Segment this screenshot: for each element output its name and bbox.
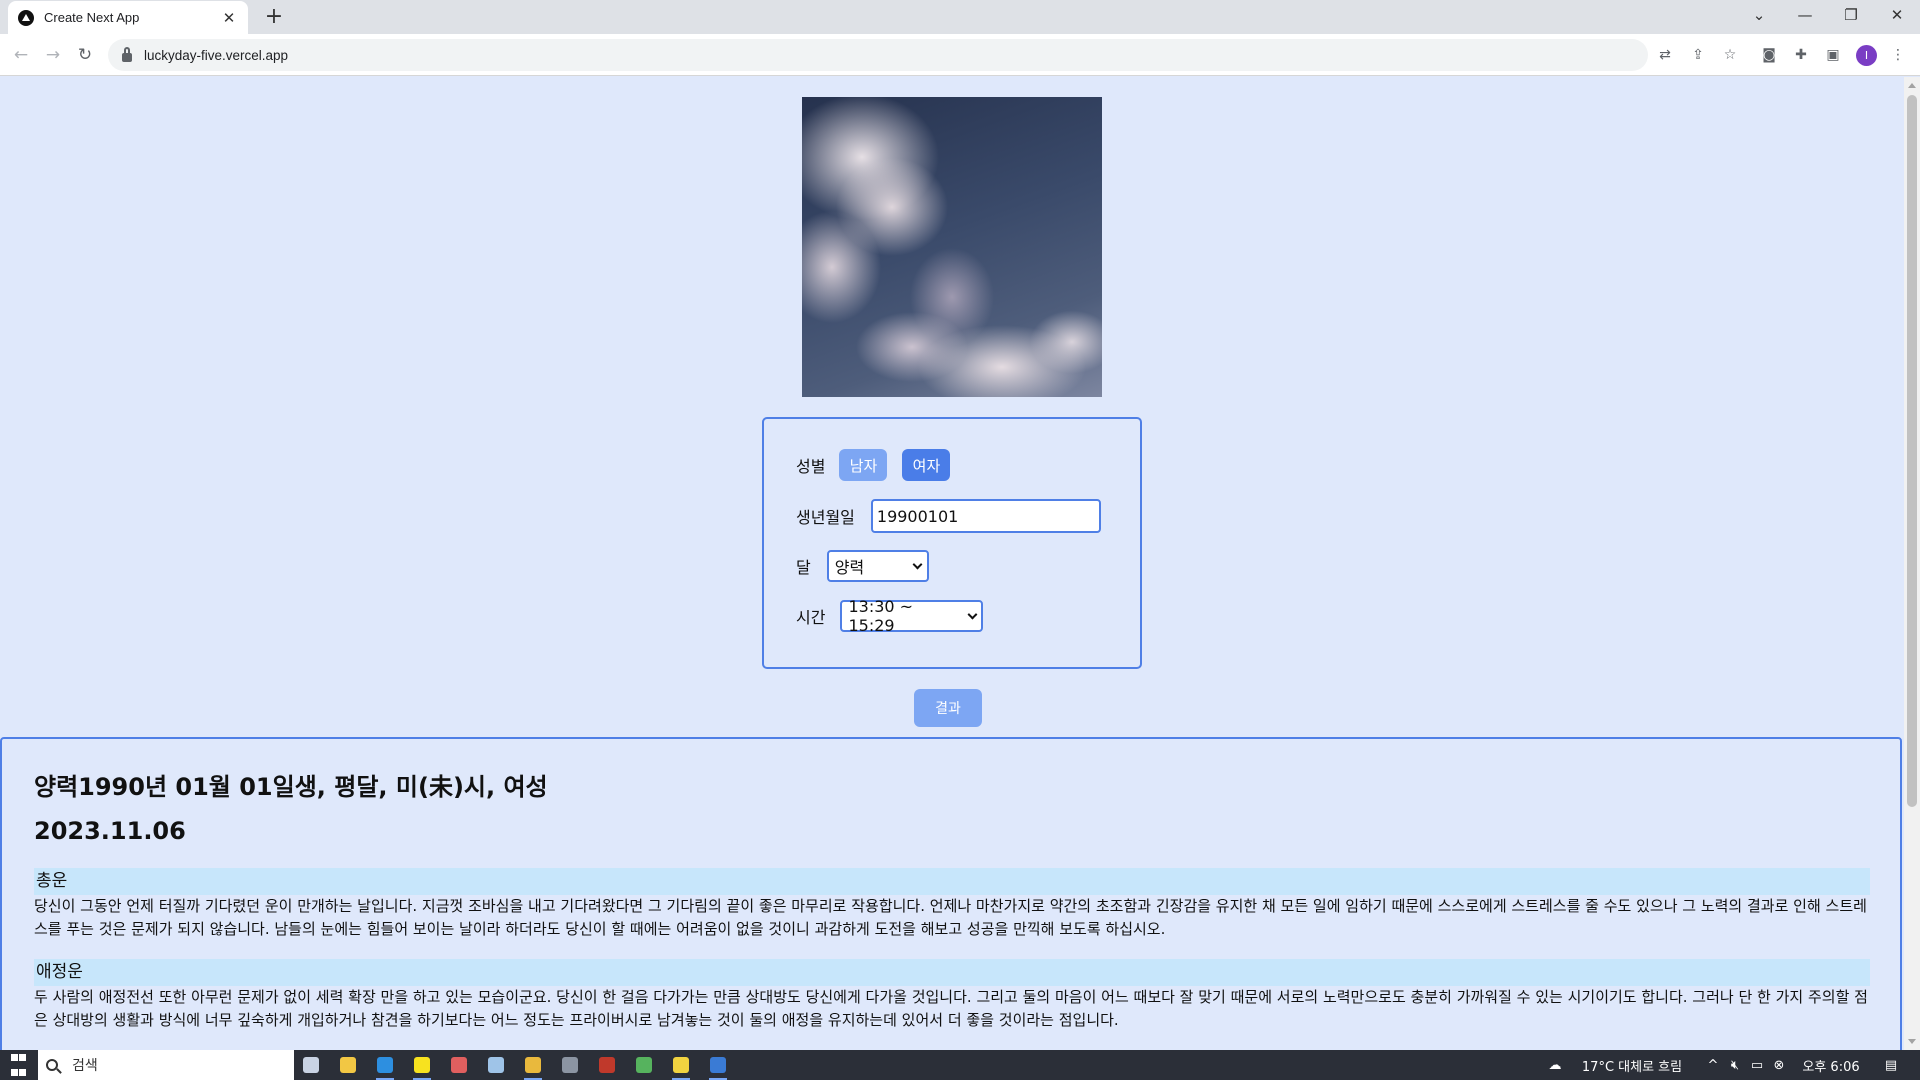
birthdate-label: 생년월일: [796, 508, 855, 527]
screenshot-camera-icon[interactable]: ◙: [1759, 45, 1779, 65]
notepad-icon[interactable]: [481, 1050, 511, 1080]
windows-start-icon[interactable]: [8, 1050, 28, 1080]
volume-muted-icon[interactable]: 🔇︎: [1724, 1050, 1746, 1080]
network-icon[interactable]: ▭: [1746, 1050, 1768, 1080]
translate-icon[interactable]: ⇄: [1655, 45, 1675, 65]
nextjs-favicon-icon: [18, 9, 34, 26]
section-title-love: 애정운: [34, 959, 1870, 986]
page-viewport: 성별 남자 여자 생년월일 19900101 달 양력 시간 13:30 ~ 1…: [0, 77, 1904, 1050]
chevron-down-icon: [967, 609, 977, 619]
calculator-icon-glyph: [562, 1057, 578, 1073]
weather-icon[interactable]: ☁: [1540, 1050, 1570, 1080]
kakaotalk-icon-glyph: [414, 1057, 430, 1073]
vscode-icon[interactable]: [370, 1050, 400, 1080]
scroll-down-arrow-icon[interactable]: [1908, 1039, 1916, 1044]
new-tab-button[interactable]: +: [260, 4, 288, 32]
birthdate-row: 생년월일 19900101: [796, 499, 1101, 533]
result-panel: 양력1990년 01월 01일생, 평달, 미(未)시, 여성 2023.11.…: [0, 737, 1902, 1050]
scroll-up-arrow-icon[interactable]: [1908, 83, 1916, 88]
tab-close-icon[interactable]: ✕: [220, 9, 238, 27]
chrome-icon[interactable]: [518, 1050, 548, 1080]
vscode-icon-glyph: [377, 1057, 393, 1073]
tab-title: Create Next App: [44, 10, 140, 25]
time-label: 시간: [796, 608, 826, 627]
browser-tabbar: Create Next App ✕ + ⌄ — ❐ ✕: [0, 0, 1920, 34]
taskbar-search-placeholder: 검색: [72, 1058, 98, 1074]
cloud-image: [802, 97, 1102, 397]
chrome-icon-glyph: [525, 1057, 541, 1073]
paint-icon-glyph: [451, 1057, 467, 1073]
calculator-icon[interactable]: [555, 1050, 585, 1080]
notepad-icon-glyph: [488, 1057, 504, 1073]
notification-icon[interactable]: ▤: [1876, 1050, 1906, 1080]
gender-female-button[interactable]: 여자: [902, 449, 951, 481]
time-select[interactable]: 13:30 ~ 15:29: [840, 597, 984, 635]
tray-overflow-icon[interactable]: ^: [1702, 1050, 1724, 1080]
forward-arrow-icon[interactable]: →: [42, 44, 64, 66]
task-view-icon-glyph: [303, 1057, 319, 1073]
sticky-notes-icon[interactable]: [666, 1050, 696, 1080]
browser-tab[interactable]: Create Next App ✕: [8, 1, 248, 34]
app-green-icon-glyph: [636, 1057, 652, 1073]
lock-icon[interactable]: [122, 46, 132, 62]
fortune-form: 성별 남자 여자 생년월일 19900101 달 양력 시간 13:30 ~ 1…: [762, 417, 1142, 669]
back-arrow-icon[interactable]: ←: [10, 44, 32, 66]
taskbar-search-box[interactable]: 검색: [38, 1050, 294, 1080]
paint-icon[interactable]: [444, 1050, 474, 1080]
reload-icon[interactable]: ↻: [74, 44, 96, 66]
filezilla-icon-glyph: [599, 1057, 615, 1073]
url-text: luckyday-five.vercel.app: [144, 47, 289, 63]
weather-text[interactable]: 17°C 대체로 흐림: [1572, 1050, 1692, 1080]
time-select-value: 13:30 ~ 15:29: [848, 597, 914, 635]
minimize-button[interactable]: —: [1782, 0, 1828, 30]
result-button[interactable]: 결과: [914, 689, 982, 727]
result-headline: 양력1990년 01월 01일생, 평달, 미(未)시, 여성: [34, 773, 548, 801]
share-icon[interactable]: ⇪: [1688, 45, 1708, 65]
file-explorer-icon[interactable]: [333, 1050, 363, 1080]
file-explorer-icon-glyph: [340, 1057, 356, 1073]
task-view-icon[interactable]: [296, 1050, 326, 1080]
browser-toolbar: ← → ↻ luckyday-five.vercel.app ⇄ ⇪ ☆ ◙ ✚…: [0, 34, 1920, 76]
page-scrollbar[interactable]: [1904, 77, 1920, 1050]
more-menu-icon[interactable]: ⋮: [1888, 45, 1908, 65]
scroll-thumb[interactable]: [1907, 95, 1917, 807]
section-text-general: 당신이 그동안 언제 터질까 기다렸던 운이 만개하는 날입니다. 지금껏 조바…: [34, 897, 1867, 938]
profile-avatar[interactable]: I: [1856, 45, 1877, 66]
bookmark-star-icon[interactable]: ☆: [1720, 45, 1740, 65]
terminal-icon-glyph: [710, 1057, 726, 1073]
taskbar-clock[interactable]: 오후 6:06: [1796, 1050, 1866, 1080]
filezilla-icon[interactable]: [592, 1050, 622, 1080]
birthdate-input[interactable]: 19900101: [870, 499, 1101, 533]
time-row: 시간 13:30 ~ 15:29: [796, 597, 984, 635]
windows-taskbar: 검색 ☁ 17°C 대체로 흐림 ^ 🔇︎ ▭ ⊗ 오후 6:06 ▤: [0, 1050, 1920, 1080]
section-text-love: 두 사람의 애정전선 또한 아무런 문제가 없이 세력 확장 만을 하고 있는 …: [34, 988, 1868, 1029]
address-bar[interactable]: luckyday-five.vercel.app: [108, 39, 1648, 71]
section-title-general: 총운: [34, 868, 1870, 895]
sticky-notes-icon-glyph: [673, 1057, 689, 1073]
app-green-icon[interactable]: [629, 1050, 659, 1080]
gender-row: 성별 남자 여자: [796, 449, 951, 481]
calendar-label: 달: [796, 558, 811, 577]
calendar-select-value: 양력: [834, 558, 865, 577]
chevron-down-icon: [912, 559, 923, 569]
restore-button[interactable]: ❐: [1828, 0, 1874, 30]
calendar-row: 달 양력: [796, 550, 929, 582]
result-date: 2023.11.06: [34, 817, 186, 845]
gender-male-button[interactable]: 남자: [839, 449, 888, 481]
tab-search-icon[interactable]: ⌄: [1736, 0, 1782, 30]
side-panel-icon[interactable]: ▣: [1823, 45, 1843, 65]
calendar-select[interactable]: 양력: [826, 550, 929, 582]
extensions-puzzle-icon[interactable]: ✚: [1791, 45, 1811, 65]
status-icon[interactable]: ⊗: [1768, 1050, 1790, 1080]
close-window-button[interactable]: ✕: [1874, 0, 1920, 30]
gender-label: 성별: [796, 457, 826, 476]
terminal-icon[interactable]: [703, 1050, 733, 1080]
search-icon: [46, 1059, 58, 1071]
kakaotalk-icon[interactable]: [407, 1050, 437, 1080]
